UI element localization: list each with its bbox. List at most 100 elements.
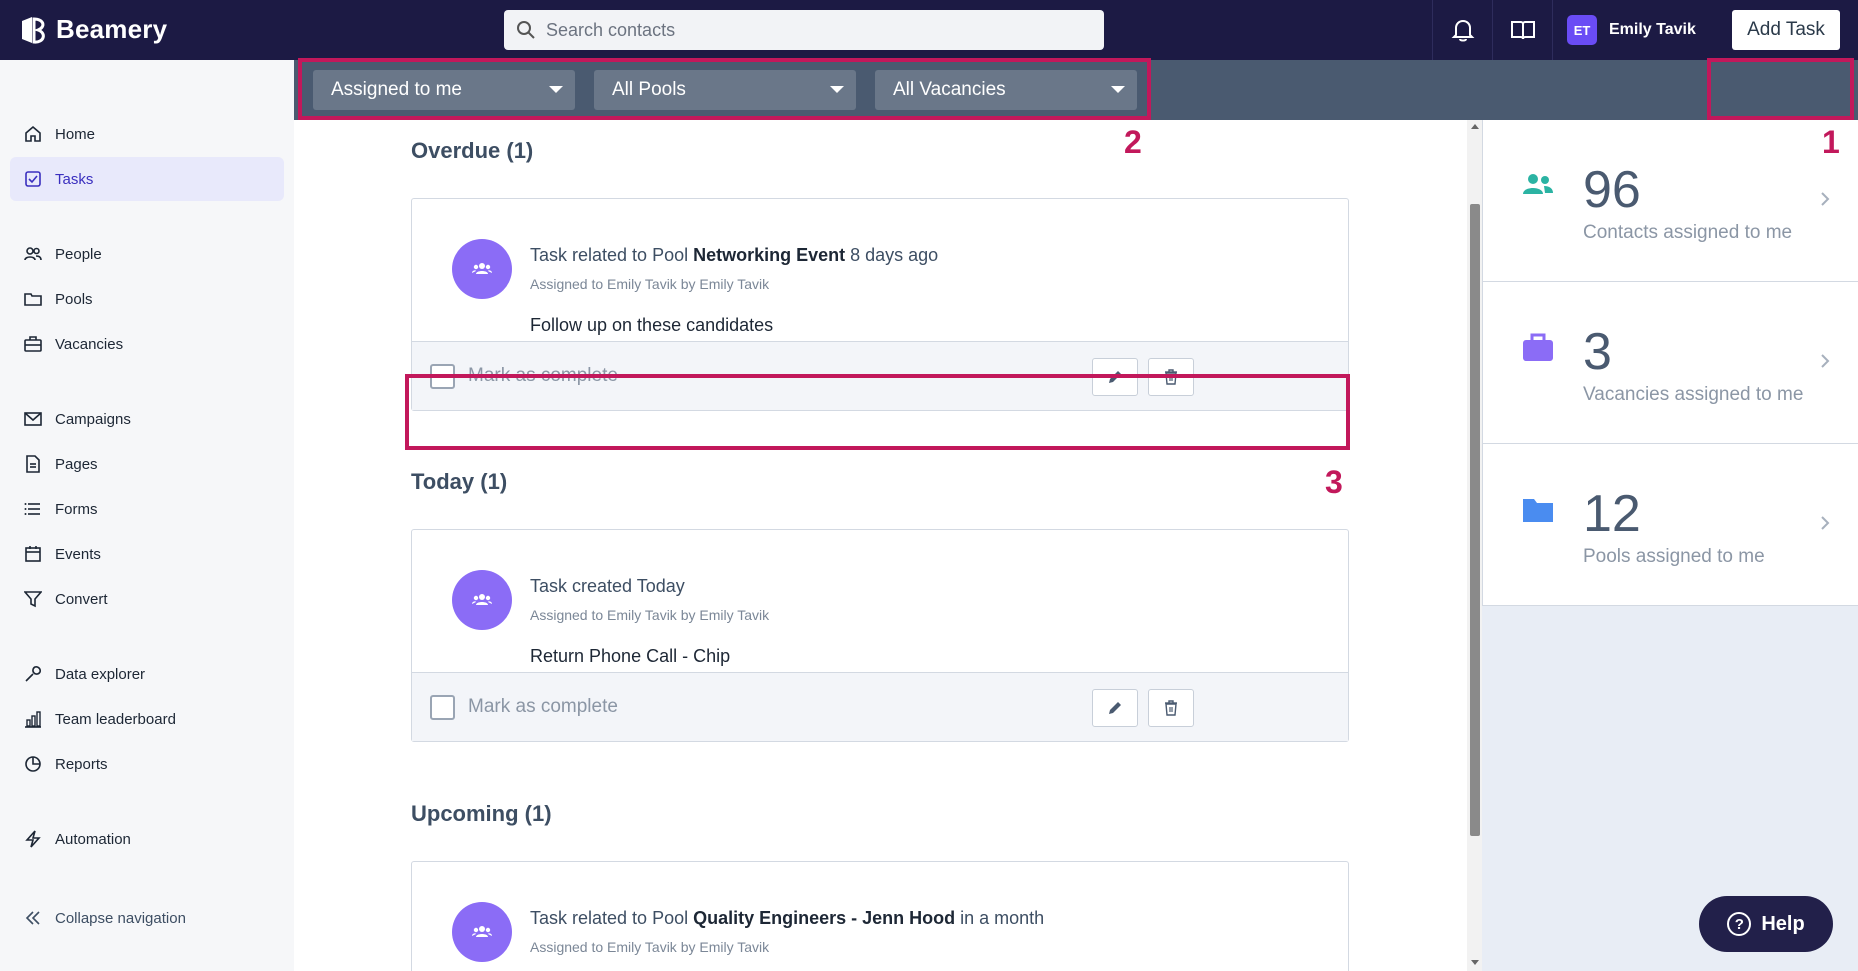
task-related-pool-link[interactable]: Networking Event bbox=[693, 245, 845, 265]
task-note: Return Phone Call - Chip bbox=[530, 646, 731, 666]
group-icon bbox=[472, 926, 492, 937]
task-title-prefix: Task related to Pool bbox=[530, 245, 694, 265]
book-icon bbox=[1510, 21, 1535, 40]
tasks-main: Overdue (1) Task related to Pool Network… bbox=[294, 120, 1482, 971]
beamery-logo-icon bbox=[22, 16, 45, 44]
group-icon bbox=[472, 263, 492, 274]
task-avatar bbox=[452, 239, 512, 299]
sidebar-item-forms[interactable]: Forms bbox=[10, 487, 284, 531]
task-assignment: Assigned to Emily Tavik by Emily Tavik bbox=[530, 276, 770, 292]
group-icon bbox=[472, 594, 492, 605]
task-card-upcoming: Task related to Pool Quality Engineers -… bbox=[411, 861, 1349, 971]
main-scrollbar[interactable] bbox=[1467, 120, 1482, 971]
sidebar-item-convert[interactable]: Convert bbox=[10, 577, 284, 621]
stat-label: Contacts assigned to me bbox=[1583, 222, 1793, 243]
sidebar-item-data-explorer[interactable]: Data explorer bbox=[10, 652, 284, 696]
sidebar-item-vacancies[interactable]: Vacancies bbox=[10, 322, 284, 366]
contacts-stat-card[interactable]: 96 Contacts assigned to me bbox=[1482, 120, 1858, 282]
sidebar-item-label: People bbox=[55, 245, 102, 263]
page-icon bbox=[26, 455, 40, 473]
task-note: Follow up on these candidates bbox=[530, 315, 774, 335]
today-heading: Today (1) bbox=[411, 469, 508, 494]
sidebar-item-label: Events bbox=[55, 545, 101, 563]
bar-chart-icon bbox=[25, 711, 41, 728]
sidebar-item-pools[interactable]: Pools bbox=[10, 277, 284, 321]
sidebar-item-pages[interactable]: Pages bbox=[10, 442, 284, 486]
home-icon bbox=[25, 125, 41, 142]
sidebar-item-label: Automation bbox=[55, 830, 131, 848]
pools-stat-card[interactable]: 12 Pools assigned to me bbox=[1482, 444, 1858, 606]
task-avatar bbox=[452, 570, 512, 630]
edit-task-button[interactable] bbox=[1092, 689, 1138, 727]
folder-icon bbox=[1523, 499, 1553, 522]
funnel-icon bbox=[24, 591, 42, 608]
people-icon bbox=[1523, 174, 1553, 194]
sidebar-item-label: Pages bbox=[55, 455, 98, 473]
sidebar-item-campaigns[interactable]: Campaigns bbox=[10, 397, 284, 441]
sidebar-item-tasks[interactable]: Tasks bbox=[10, 157, 284, 201]
annotation-box-2 bbox=[298, 58, 1151, 120]
stat-value: 96 bbox=[1583, 161, 1641, 219]
annotation-label-2: 2 bbox=[1124, 124, 1142, 160]
add-task-button[interactable]: Add Task bbox=[1732, 10, 1840, 50]
beamery-logo[interactable]: Beamery bbox=[18, 14, 167, 45]
collapse-navigation-button[interactable]: Collapse navigation bbox=[10, 896, 284, 940]
calendar-icon bbox=[25, 546, 41, 562]
folder-icon bbox=[24, 293, 42, 306]
task-title-prefix: Task related to Pool bbox=[530, 908, 694, 928]
collapse-navigation-label: Collapse navigation bbox=[55, 909, 186, 927]
overdue-heading: Overdue (1) bbox=[411, 138, 534, 163]
stats-panel: 96 Contacts assigned to me 3 Vacancies a… bbox=[1482, 120, 1858, 971]
mail-icon bbox=[24, 412, 42, 426]
pencil-icon bbox=[1109, 702, 1121, 714]
task-avatar bbox=[452, 902, 512, 962]
search-input[interactable]: Search contacts bbox=[546, 20, 675, 41]
sidebar-item-label: Team leaderboard bbox=[55, 710, 176, 728]
sidebar-item-label: Reports bbox=[55, 755, 108, 773]
pie-chart-icon bbox=[25, 756, 41, 772]
sidebar-item-home[interactable]: Home bbox=[10, 112, 284, 156]
double-chevron-left-icon bbox=[25, 911, 40, 925]
task-time: in a month bbox=[955, 908, 1045, 928]
scrollbar-thumb[interactable] bbox=[1470, 204, 1480, 836]
briefcase-icon bbox=[1523, 333, 1553, 361]
stat-label: Pools assigned to me bbox=[1583, 546, 1765, 567]
help-center-button[interactable] bbox=[1492, 0, 1552, 60]
top-bar: Beamery Search contacts ET Emily Tavik bbox=[0, 0, 1858, 60]
sidebar-item-label: Data explorer bbox=[55, 665, 146, 683]
scroll-up-icon[interactable] bbox=[1471, 124, 1479, 129]
mark-complete-checkbox[interactable] bbox=[430, 695, 455, 720]
chevron-right-icon bbox=[1821, 192, 1830, 206]
mark-complete-label[interactable]: Mark as complete bbox=[468, 696, 618, 718]
question-icon: ? bbox=[1727, 912, 1752, 936]
sidebar-item-reports[interactable]: Reports bbox=[10, 742, 284, 786]
annotation-box-3 bbox=[405, 374, 1350, 450]
sidebar-item-team-leaderboard[interactable]: Team leaderboard bbox=[10, 697, 284, 741]
search-bar[interactable]: Search contacts bbox=[504, 10, 1104, 50]
tasks-icon bbox=[25, 171, 41, 187]
sidebar-item-label: Tasks bbox=[55, 170, 94, 188]
sidebar-item-events[interactable]: Events bbox=[10, 532, 284, 576]
task-footer: Mark as complete bbox=[412, 672, 1348, 741]
task-time: 8 days ago bbox=[845, 245, 939, 265]
chevron-right-icon bbox=[1821, 516, 1830, 530]
task-card-today: Task created Today Assigned to Emily Tav… bbox=[411, 529, 1349, 742]
help-label: Help bbox=[1761, 912, 1805, 935]
sidebar-item-people[interactable]: People bbox=[10, 232, 284, 276]
notifications-button[interactable] bbox=[1432, 0, 1492, 60]
delete-task-button[interactable] bbox=[1148, 689, 1194, 727]
user-name: Emily Tavik bbox=[1609, 21, 1696, 38]
sidebar-item-label: Convert bbox=[55, 590, 108, 608]
sidebar-item-label: Campaigns bbox=[55, 410, 131, 428]
stat-value: 3 bbox=[1583, 323, 1612, 381]
task-title: Task related to Pool Quality Engineers -… bbox=[530, 908, 1044, 929]
upcoming-heading: Upcoming (1) bbox=[411, 801, 552, 826]
stat-label: Vacancies assigned to me bbox=[1583, 384, 1804, 405]
task-title: Task created Today bbox=[530, 576, 685, 596]
search-icon bbox=[517, 21, 535, 39]
task-related-pool-link[interactable]: Quality Engineers - Jenn Hood bbox=[693, 908, 955, 928]
sidebar-item-automation[interactable]: Automation bbox=[10, 817, 284, 861]
scroll-down-icon[interactable] bbox=[1471, 960, 1479, 965]
help-button[interactable]: ? Help bbox=[1699, 896, 1833, 952]
vacancies-stat-card[interactable]: 3 Vacancies assigned to me bbox=[1482, 282, 1858, 444]
